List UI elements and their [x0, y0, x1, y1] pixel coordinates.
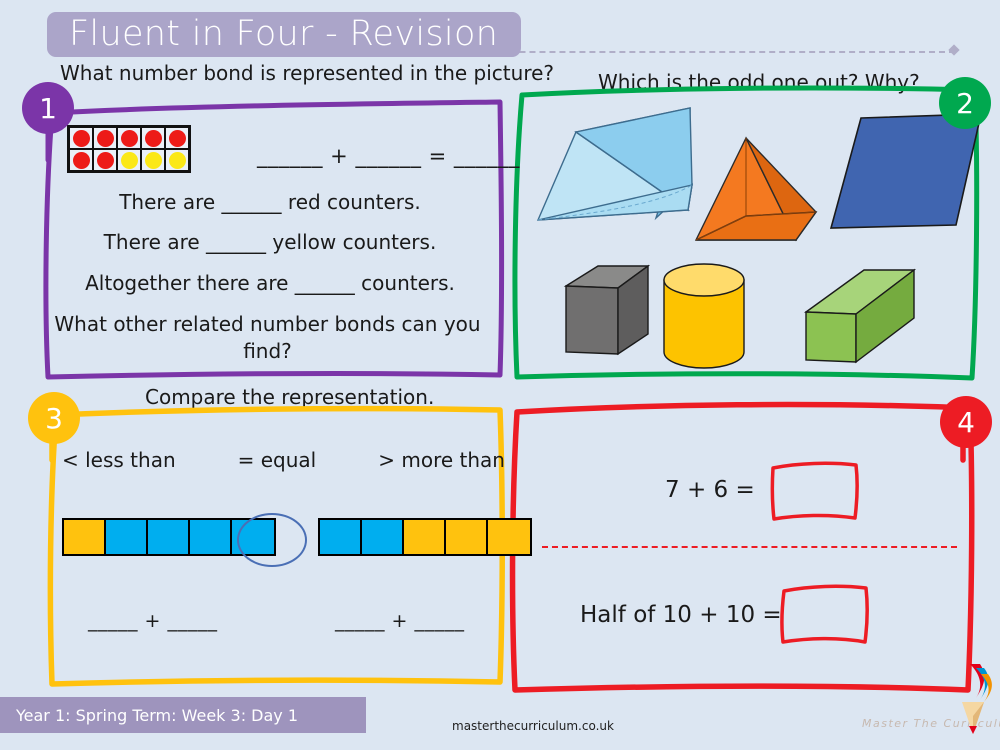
bar-cell	[446, 520, 488, 554]
worksheet-page: Fluent in Four - Revision 1 2 3 4 What n…	[0, 0, 1000, 750]
ten-frame-cell	[93, 127, 117, 149]
ten-frame	[67, 125, 191, 173]
shape-cube	[563, 264, 651, 356]
counter-red	[168, 129, 186, 147]
footer-term-label: Year 1: Spring Term: Week 3: Day 1	[16, 705, 299, 725]
bar-cell	[64, 520, 106, 554]
answer-box-1[interactable]	[768, 456, 861, 523]
ten-frame-cell	[117, 149, 141, 171]
bar-model-right	[318, 518, 532, 556]
bar-model-right-blank[interactable]: _____ + _____	[335, 610, 465, 632]
question-1-extension-prompt: What other related number bonds can you …	[54, 312, 481, 363]
counter-yellow	[120, 151, 138, 169]
bar-model-left-blank[interactable]: _____ + _____	[88, 610, 218, 632]
bar-cell	[148, 520, 190, 554]
counter-red	[120, 129, 138, 147]
ten-frame-cell	[141, 127, 165, 149]
question-1-sentence-yellow[interactable]: There are ______ yellow counters.	[45, 230, 495, 254]
ten-frame-cell	[117, 127, 141, 149]
ten-frame-cell	[69, 127, 93, 149]
bar-cell	[362, 520, 404, 554]
question-4-calculation-1: 7 + 6 =	[665, 477, 755, 503]
question-3-heading: Compare the representation.	[145, 385, 435, 409]
counter-red	[72, 129, 90, 147]
answer-box-2[interactable]	[778, 580, 871, 647]
shape-cuboid	[803, 268, 917, 364]
key-more-than: > more than	[378, 448, 505, 472]
ten-frame-cell	[141, 149, 165, 171]
shape-cylinder	[663, 263, 745, 369]
comparison-key: < less than = equal > more than	[40, 448, 505, 472]
question-4-body: 7 + 6 = Half of 10 + 10 =	[530, 420, 970, 670]
question-4-calculation-2: Half of 10 + 10 =	[580, 602, 782, 628]
footer-website-url: masterthecurriculum.co.uk	[452, 719, 614, 733]
key-less-than: < less than	[62, 448, 176, 472]
shape-square-pyramid	[694, 136, 818, 242]
bar-cell	[106, 520, 148, 554]
bar-cell	[190, 520, 232, 554]
bar-cell	[404, 520, 446, 554]
counter-yellow	[144, 151, 162, 169]
comparison-answer-oval[interactable]	[237, 513, 307, 567]
footer-banner: Year 1: Spring Term: Week 3: Day 1	[0, 697, 366, 733]
ten-frame-row-top	[69, 127, 189, 149]
page-title: Fluent in Four - Revision	[69, 14, 499, 54]
question-4-divider	[542, 546, 957, 548]
question-2-shape-set	[536, 107, 983, 369]
ten-frame-row-bottom	[69, 149, 189, 171]
bar-cell	[320, 520, 362, 554]
counter-red	[72, 151, 90, 169]
shape-triangular-prism	[536, 107, 694, 221]
ten-frame-cell	[93, 149, 117, 171]
counter-yellow	[168, 151, 186, 169]
shape-parallelogram	[829, 113, 983, 229]
question-badge-3: 3	[28, 392, 80, 444]
question-1-sentence-total[interactable]: Altogether there are ______ counters.	[45, 271, 495, 295]
key-equal: = equal	[237, 448, 317, 472]
ten-frame-cell	[165, 127, 189, 149]
question-badge-2: 2	[939, 77, 991, 129]
bar-cell	[488, 520, 530, 554]
counter-red	[144, 129, 162, 147]
counter-red	[96, 151, 114, 169]
ten-frame-cell	[165, 149, 189, 171]
pencil-logo-icon	[962, 664, 992, 734]
ten-frame-cell	[69, 149, 93, 171]
question-1-sentence-red[interactable]: There are ______ red counters.	[45, 190, 495, 214]
question-badge-4: 4	[940, 396, 992, 448]
question-badge-1: 1	[22, 82, 74, 134]
question-1-heading: What number bond is represented in the p…	[60, 61, 555, 85]
counter-red	[96, 129, 114, 147]
number-bond-equation[interactable]: ______ + ______ = ______	[257, 144, 520, 168]
title-diamond-icon	[948, 44, 960, 56]
title-banner: Fluent in Four - Revision	[47, 12, 521, 57]
